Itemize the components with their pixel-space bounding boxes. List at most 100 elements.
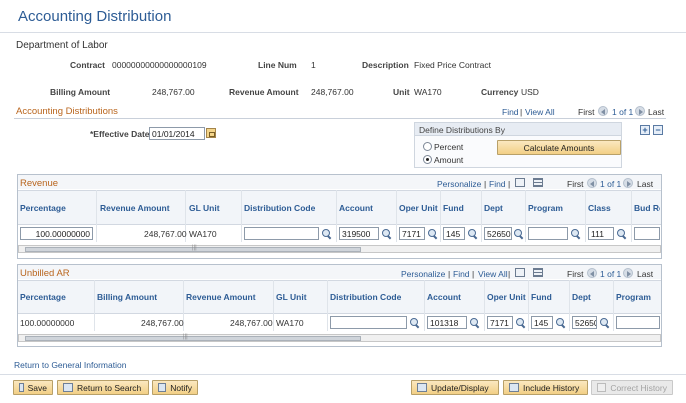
ar-col-revenue-amount[interactable]: Revenue Amount: [186, 292, 256, 302]
rev-col-percentage[interactable]: Percentage: [20, 203, 66, 213]
rev-class-input[interactable]: 111: [588, 227, 614, 240]
acct-first-label[interactable]: First: [578, 107, 595, 117]
rev-percentage-input[interactable]: 100.00000000: [20, 227, 93, 240]
revenue-last-label[interactable]: Last: [637, 179, 653, 189]
revenue-first-label[interactable]: First: [567, 179, 584, 189]
ar-col-dept[interactable]: Dept: [572, 292, 591, 302]
rev-bud-ref-input[interactable]: [634, 227, 660, 240]
ar-dept-search-icon[interactable]: [599, 317, 610, 328]
ar-distribution-code-input[interactable]: [330, 316, 407, 329]
rev-distribution-code-input[interactable]: [244, 227, 319, 240]
rev-col-fund[interactable]: Fund: [443, 203, 464, 213]
unbilled-horizontal-scrollbar[interactable]: [18, 334, 661, 342]
unbilled-personalize-link[interactable]: Personalize: [401, 269, 445, 279]
rev-col-oper-unit[interactable]: Oper Unit: [399, 203, 438, 213]
ar-col-fund[interactable]: Fund: [531, 292, 552, 302]
unbilled-first-label[interactable]: First: [567, 269, 584, 279]
acct-last-label[interactable]: Last: [648, 107, 664, 117]
ar-revenue-amount-value: 248,767.00: [230, 318, 273, 328]
update-display-button[interactable]: Update/Display: [411, 380, 499, 395]
rev-account-search-icon[interactable]: [381, 228, 392, 239]
ar-dept-input[interactable]: 52650: [572, 316, 597, 329]
ar-col-program[interactable]: Program: [616, 292, 651, 302]
ar-account-search-icon[interactable]: [469, 317, 480, 328]
rev-program-input[interactable]: [528, 227, 568, 240]
acct-prev-icon[interactable]: [598, 106, 608, 116]
notify-button[interactable]: Notify: [152, 380, 198, 395]
rev-col-gl-unit[interactable]: GL Unit: [189, 203, 220, 213]
rev-account-input[interactable]: 319500: [339, 227, 379, 240]
update-display-label: Update/Display: [431, 382, 489, 393]
rev-col-account[interactable]: Account: [339, 203, 373, 213]
unbilled-last-label[interactable]: Last: [637, 269, 653, 279]
ar-col-account[interactable]: Account: [427, 292, 461, 302]
ar-oper-unit-input[interactable]: 7171: [487, 316, 513, 329]
unbilled-ar-title: Unbilled AR: [20, 268, 70, 279]
revenue-horizontal-scrollbar[interactable]: [18, 245, 661, 253]
rev-dept-search-icon[interactable]: [513, 228, 524, 239]
billing-amount-value: 248,767.00: [152, 87, 195, 97]
footer-rule: [0, 374, 686, 375]
rev-col-program[interactable]: Program: [528, 203, 563, 213]
ar-distribution-code-search-icon[interactable]: [409, 317, 420, 328]
unbilled-prev-icon[interactable]: [587, 268, 597, 278]
ar-col-billing-amount[interactable]: Billing Amount: [97, 292, 157, 302]
acct-next-icon[interactable]: [635, 106, 645, 116]
revenue-next-icon[interactable]: [623, 178, 633, 188]
rev-class-search-icon[interactable]: [616, 228, 627, 239]
unbilled-zoom-icon[interactable]: [515, 268, 525, 277]
percent-radio[interactable]: [423, 142, 432, 151]
calendar-icon[interactable]: [206, 128, 216, 138]
revenue-grid-icon[interactable]: [533, 178, 543, 187]
unbilled-view-all-link[interactable]: View All: [478, 269, 508, 279]
ar-account-input[interactable]: 101318: [427, 316, 467, 329]
ar-fund-input[interactable]: 145: [531, 316, 553, 329]
include-history-button[interactable]: Include History: [503, 380, 588, 395]
ar-fund-search-icon[interactable]: [555, 317, 566, 328]
remove-row-button[interactable]: −: [653, 125, 663, 135]
rev-col-divider: [525, 190, 526, 242]
rev-col-revenue-amount[interactable]: Revenue Amount: [100, 203, 170, 213]
unbilled-scroll-thumb[interactable]: [25, 336, 361, 341]
ar-col-gl-unit[interactable]: GL Unit: [276, 292, 307, 302]
amount-radio[interactable]: [423, 155, 432, 164]
rev-dept-input[interactable]: 52650: [484, 227, 512, 240]
rev-col-bud-ref[interactable]: Bud Re: [634, 203, 660, 213]
rev-oper-unit-input[interactable]: 7171: [399, 227, 425, 240]
rev-distribution-code-search-icon[interactable]: [321, 228, 332, 239]
unbilled-ar-titlebar: [18, 265, 661, 279]
ar-col-oper-unit[interactable]: Oper Unit: [487, 292, 526, 302]
revenue-find-link[interactable]: Find: [489, 179, 506, 189]
currency-label: Currency: [481, 87, 519, 97]
rev-col-divider: [396, 190, 397, 242]
rev-revenue-amount-value: 248,767.00: [144, 229, 187, 239]
save-icon: [19, 383, 24, 392]
ar-program-input[interactable]: [616, 316, 660, 329]
acct-find-link[interactable]: Find: [502, 107, 519, 117]
rev-fund-search-icon[interactable]: [467, 228, 478, 239]
revenue-prev-icon[interactable]: [587, 178, 597, 188]
revenue-zoom-icon[interactable]: [515, 178, 525, 187]
rev-col-class[interactable]: Class: [588, 203, 611, 213]
unbilled-sep-1: |: [448, 269, 451, 279]
ar-col-distribution-code[interactable]: Distribution Code: [330, 292, 401, 302]
unbilled-find-link[interactable]: Find: [453, 269, 470, 279]
ar-oper-unit-search-icon[interactable]: [515, 317, 526, 328]
rev-col-distribution-code[interactable]: Distribution Code: [244, 203, 315, 213]
unbilled-next-icon[interactable]: [623, 268, 633, 278]
acct-view-all-link[interactable]: View All: [525, 107, 555, 117]
ar-col-percentage[interactable]: Percentage: [20, 292, 66, 302]
save-button[interactable]: Save: [13, 380, 53, 395]
ar-billing-amount-value: 248,767.00: [141, 318, 184, 328]
return-to-general-info-link[interactable]: Return to General Information: [14, 360, 126, 370]
rev-col-dept[interactable]: Dept: [484, 203, 503, 213]
add-row-button[interactable]: +: [640, 125, 650, 135]
rev-fund-input[interactable]: 145: [443, 227, 465, 240]
return-to-search-button[interactable]: Return to Search: [57, 380, 149, 395]
rev-program-search-icon[interactable]: [570, 228, 581, 239]
unbilled-grid-icon[interactable]: [533, 268, 543, 277]
revenue-personalize-link[interactable]: Personalize: [437, 179, 481, 189]
calculate-amounts-button[interactable]: Calculate Amounts: [497, 140, 621, 155]
effective-date-input[interactable]: 01/01/2014: [149, 127, 205, 140]
rev-oper-unit-search-icon[interactable]: [427, 228, 438, 239]
